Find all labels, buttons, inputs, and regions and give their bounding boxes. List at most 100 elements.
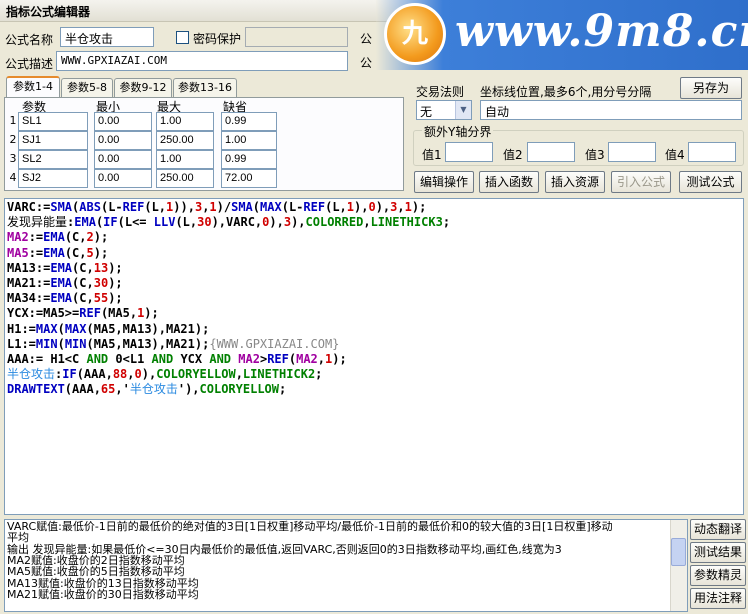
- param-max-cell[interactable]: 250.00: [156, 131, 214, 150]
- code-token: IF: [103, 215, 118, 230]
- code-line[interactable]: AAA:= H1<C AND 0<L1 AND YCX AND MA2>REF(…: [7, 352, 347, 367]
- code-token: );: [108, 276, 123, 290]
- insert-resource-button[interactable]: 插入资源: [545, 171, 605, 193]
- code-token: ;: [279, 382, 287, 397]
- code-token: 5: [86, 245, 94, 260]
- formula-name-input[interactable]: 半仓攻击: [60, 27, 154, 47]
- code-token: LINETHICK3: [370, 215, 443, 230]
- param-name-cell[interactable]: SJ2: [18, 169, 88, 188]
- test-result-button[interactable]: 测试结果: [690, 542, 746, 563]
- param-min-cell[interactable]: 0.00: [94, 131, 152, 150]
- value4-label: 值4: [665, 148, 685, 162]
- param-name-cell[interactable]: SJ1: [18, 131, 88, 150]
- param-max-cell[interactable]: 250.00: [156, 169, 214, 188]
- code-line[interactable]: H1:=MAX(MAX(MA5,MA13),MA21);: [7, 322, 209, 337]
- code-token: 30: [93, 276, 109, 290]
- code-token: );: [108, 260, 123, 275]
- scrollbar-thumb[interactable]: [671, 538, 686, 566]
- param-row-num: 4: [9, 171, 17, 184]
- edit-operation-button[interactable]: 编辑操作: [414, 171, 474, 193]
- code-token: ),VARC,: [211, 215, 263, 230]
- param-max-cell[interactable]: 1.00: [156, 112, 214, 131]
- chevron-down-icon[interactable]: ▼: [455, 101, 471, 119]
- code-token: (: [57, 321, 65, 336]
- code-token: (L,: [144, 200, 167, 214]
- param-default-cell[interactable]: 1.00: [221, 131, 277, 150]
- param-min-cell[interactable]: 0.00: [94, 169, 152, 188]
- code-token: 3: [283, 215, 292, 230]
- coord-input[interactable]: 自动: [480, 100, 742, 120]
- code-token: )),: [173, 200, 195, 214]
- code-line[interactable]: MA13:=EMA(C,13);: [7, 261, 123, 276]
- code-editor[interactable]: VARC:=SMA(ABS(L-REF(L,1)),3,1)/SMA(MAX(L…: [4, 198, 744, 515]
- watermark-logo-char: 九: [401, 19, 428, 49]
- code-token: ),: [354, 200, 369, 214]
- param-name-cell[interactable]: SL1: [18, 112, 88, 131]
- code-token: YCX: [173, 352, 210, 366]
- code-token: REF: [303, 200, 326, 214]
- code-token: ;: [315, 367, 323, 382]
- tab-params-13-16[interactable]: 参数13-16: [173, 78, 237, 97]
- code-token: MA2: [238, 352, 260, 366]
- code-token: :=: [28, 245, 44, 260]
- usage-notes-button[interactable]: 用法注释: [690, 588, 746, 609]
- formula-desc-label: 公式描述: [5, 57, 54, 71]
- password-checkbox[interactable]: [176, 31, 189, 44]
- output-line: MA21赋值:收盘价的30日指数移动平均: [7, 587, 199, 601]
- code-line[interactable]: DRAWTEXT(AAA,65,'半仓攻击'),COLORYELLOW;: [7, 382, 286, 397]
- value1-input[interactable]: [445, 142, 493, 162]
- param-max-cell[interactable]: 1.00: [156, 150, 214, 169]
- code-line[interactable]: MA34:=EMA(C,55);: [7, 291, 123, 306]
- code-token: MA2: [296, 352, 318, 366]
- code-line[interactable]: 发现异能量:EMA(IF(L<= LLV(L,30),VARC,0),3),CO…: [7, 215, 450, 230]
- code-token: 65: [100, 382, 116, 397]
- code-token: 半仓攻击: [129, 382, 178, 397]
- value3-input[interactable]: [608, 142, 656, 162]
- password-input[interactable]: [245, 27, 348, 47]
- code-token: DRAWTEXT: [7, 382, 65, 397]
- value2-input[interactable]: [527, 142, 575, 162]
- code-token: 88: [112, 367, 128, 382]
- param-default-cell[interactable]: 72.00: [221, 169, 277, 188]
- param-min-cell[interactable]: 0.00: [94, 112, 152, 131]
- tab-params-5-8[interactable]: 参数5-8: [61, 78, 113, 97]
- output-line: VARC赋值:最低价-1日前的最低价的绝对值的3日[1日权重]移动平均/最低价-…: [7, 520, 613, 533]
- save-as-button[interactable]: 另存为: [680, 77, 742, 99]
- formula-desc-input[interactable]: WWW.GPXIAZAI.COM: [56, 51, 348, 71]
- test-formula-button[interactable]: 测试公式: [679, 171, 742, 193]
- code-line[interactable]: MA21:=EMA(C,30);: [7, 276, 123, 291]
- dynamic-translate-button[interactable]: 动态翻译: [690, 519, 746, 540]
- code-line[interactable]: 半仓攻击:IF(AAA,88,0),COLORYELLOW,LINETHICK2…: [7, 367, 322, 382]
- param-wizard-button[interactable]: 参数精灵: [690, 565, 746, 586]
- code-line[interactable]: MA2:=EMA(C,2);: [7, 230, 108, 245]
- code-token: AAA:= H1<C: [7, 352, 87, 366]
- partial-label-1: 公: [360, 32, 373, 46]
- param-name-cell[interactable]: SL2: [18, 150, 88, 169]
- code-line[interactable]: VARC:=SMA(ABS(L-REF(L,1)),3,1)/SMA(MAX(L…: [7, 200, 426, 215]
- import-formula-button[interactable]: 引入公式: [611, 171, 671, 193]
- code-token: '),: [177, 382, 200, 397]
- password-label: 密码保护: [193, 32, 242, 46]
- tab-params-9-12[interactable]: 参数9-12: [114, 78, 172, 97]
- code-line[interactable]: MA5:=EMA(C,5);: [7, 246, 108, 261]
- code-token: );: [144, 306, 159, 321]
- param-row-num: 3: [9, 152, 17, 165]
- code-token: LINETHICK2: [242, 367, 316, 382]
- code-token: (C,: [64, 230, 87, 245]
- trade-rule-select[interactable]: 无 ▼: [416, 100, 472, 120]
- code-token: ),: [269, 215, 284, 230]
- code-token: 1: [346, 200, 355, 214]
- code-line[interactable]: YCX:=MA5>=REF(MA5,1);: [7, 306, 159, 321]
- tab-params-1-4[interactable]: 参数1-4: [6, 76, 60, 98]
- code-token: ,': [115, 382, 130, 397]
- code-line[interactable]: L1:=MIN(MIN(MA5,MA13),MA21);{WWW.GPXIAZA…: [7, 337, 339, 352]
- param-row-num: 1: [9, 114, 17, 127]
- value4-input[interactable]: [688, 142, 736, 162]
- code-token: 55: [93, 291, 109, 306]
- insert-function-button[interactable]: 插入函数: [479, 171, 539, 193]
- param-default-cell[interactable]: 0.99: [221, 150, 277, 169]
- code-token: L1:=: [7, 336, 36, 351]
- code-token: );: [93, 245, 109, 260]
- param-min-cell[interactable]: 0.00: [94, 150, 152, 169]
- param-default-cell[interactable]: 0.99: [221, 112, 277, 131]
